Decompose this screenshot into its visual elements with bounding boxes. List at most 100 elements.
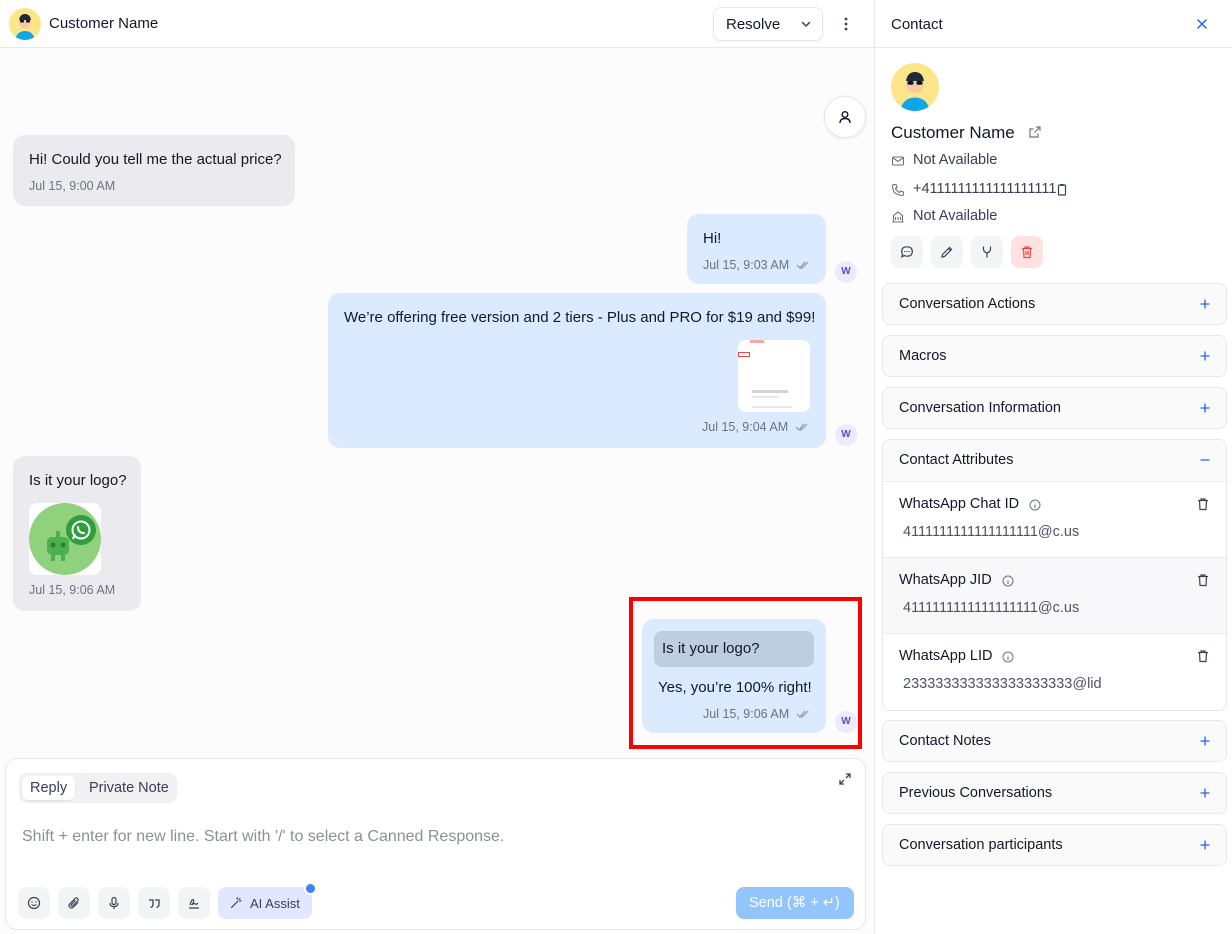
section-macros[interactable]: Macros — [882, 335, 1227, 377]
mail-icon — [891, 156, 905, 166]
section-title: Contact Attributes — [899, 452, 1014, 468]
chevron-down-icon[interactable] — [800, 18, 812, 30]
section-previous-conversations[interactable]: Previous Conversations — [882, 772, 1227, 814]
contact-email: Not Available — [913, 152, 998, 168]
edit-icon — [941, 246, 953, 258]
message-time: Jul 15, 9:06 AM — [29, 583, 116, 597]
plus-icon[interactable] — [1199, 735, 1211, 747]
contact-avatar — [891, 63, 939, 111]
contact-panel-header: Contact — [875, 0, 1232, 48]
edit-contact-button[interactable] — [931, 236, 963, 268]
section-header: Conversation Information — [883, 388, 1226, 428]
info-icon[interactable] — [1002, 575, 1014, 587]
contact-company: Not Available — [913, 208, 998, 224]
minus-icon[interactable] — [1199, 454, 1211, 466]
microphone-icon — [109, 896, 119, 909]
send-button[interactable]: Send (⌘ + ↵) — [736, 887, 854, 919]
message-icon — [900, 246, 913, 258]
copy-icon[interactable] — [1055, 183, 1069, 197]
attribute-value[interactable]: 4111111111111111111@c.us — [903, 524, 1079, 540]
message-text: We’re offering free version and 2 tiers … — [344, 309, 816, 326]
customer-avatar[interactable] — [9, 8, 41, 40]
emoji-button[interactable] — [18, 887, 50, 919]
read-receipt-icon — [795, 423, 808, 431]
trash-icon[interactable] — [1196, 649, 1210, 663]
tab-reply[interactable]: Reply — [22, 776, 76, 800]
info-icon[interactable] — [1029, 499, 1041, 511]
message-bubble-outgoing: Hi! Jul 15, 9:03 AM — [687, 214, 826, 284]
trash-icon[interactable] — [1196, 573, 1210, 587]
expand-icon[interactable] — [838, 772, 852, 786]
section-conversation-participants[interactable]: Conversation participants — [882, 824, 1227, 866]
assign-agent-button[interactable] — [824, 96, 866, 138]
close-icon[interactable] — [1195, 17, 1209, 31]
section-conversation-information[interactable]: Conversation Information — [882, 387, 1227, 429]
phone-icon — [891, 183, 905, 197]
attribute-name: WhatsApp LID — [899, 648, 993, 664]
plus-icon[interactable] — [1199, 787, 1211, 799]
message-time: Jul 15, 9:04 AM — [702, 420, 789, 434]
info-icon[interactable] — [1002, 651, 1014, 663]
section-title: Conversation Information — [899, 400, 1061, 416]
section-header[interactable]: Contact Attributes — [883, 440, 1226, 480]
message-text: Is it your logo? — [29, 472, 127, 489]
tab-private-note[interactable]: Private Note — [81, 776, 177, 800]
canned-response-button[interactable] — [138, 887, 170, 919]
reply-composer: Reply Private Note AI Assist Send (⌘ + ↵… — [5, 758, 866, 930]
whatsapp-bot-logo — [29, 503, 101, 575]
contact-panel: Contact Customer Name Not Available +411… — [875, 0, 1232, 934]
signature-button[interactable] — [178, 887, 210, 919]
contact-panel-title: Contact — [891, 16, 943, 33]
section-header: Previous Conversations — [883, 773, 1226, 813]
plus-icon[interactable] — [1199, 350, 1211, 362]
section-title: Macros — [899, 348, 947, 364]
agent-avatar: W — [835, 424, 857, 446]
ai-assist-button[interactable]: AI Assist — [218, 887, 312, 919]
section-contact-attributes: Contact Attributes WhatsApp Chat ID 4111… — [882, 439, 1227, 711]
section-contact-notes[interactable]: Contact Notes — [882, 720, 1227, 762]
message-image-attachment[interactable] — [29, 503, 101, 575]
section-header: Conversation participants — [883, 825, 1226, 865]
section-title: Contact Notes — [899, 733, 991, 749]
trash-icon[interactable] — [1196, 497, 1210, 511]
emoji-icon — [27, 896, 41, 910]
message-time: Jul 15, 9:00 AM — [29, 179, 116, 193]
message-bubble-outgoing: We’re offering free version and 2 tiers … — [328, 293, 826, 448]
message-time: Jul 15, 9:03 AM — [703, 258, 790, 272]
conversation-title[interactable]: Customer Name — [49, 15, 158, 32]
reply-mode-switch: Reply Private Note — [19, 773, 177, 803]
message-text: Hi! Could you tell me the actual price? — [29, 151, 282, 168]
magic-wand-icon — [230, 897, 242, 909]
message-input[interactable] — [22, 825, 842, 849]
plus-icon[interactable] — [1199, 402, 1211, 414]
section-header: Macros — [883, 336, 1226, 376]
delete-icon — [1022, 246, 1032, 259]
read-receipt-icon — [796, 261, 809, 269]
external-link-icon[interactable] — [1028, 125, 1042, 139]
merge-contact-button[interactable] — [971, 236, 1003, 268]
attach-button[interactable] — [58, 887, 90, 919]
attachment-icon — [68, 897, 79, 909]
building-icon — [892, 211, 904, 223]
section-conversation-actions[interactable]: Conversation Actions — [882, 283, 1227, 325]
record-audio-button[interactable] — [98, 887, 130, 919]
highlight-annotation — [629, 597, 862, 749]
attribute-row: WhatsApp LID 233333333333333333333@lid — [883, 633, 1226, 709]
section-header: Contact Notes — [883, 721, 1226, 761]
message-bubble-incoming: Is it your logo? Jul 15, 9:06 AM — [13, 456, 141, 611]
message-image-attachment[interactable] — [738, 340, 810, 412]
plus-icon[interactable] — [1199, 298, 1211, 310]
delete-contact-button[interactable] — [1011, 236, 1043, 268]
send-label: Send (⌘ + ↵) — [749, 895, 840, 911]
user-icon — [839, 111, 851, 124]
resolve-button[interactable]: Resolve — [713, 7, 823, 41]
attribute-value[interactable]: 4111111111111111111@c.us — [903, 600, 1079, 616]
message-text: Hi! — [703, 230, 722, 247]
more-options-icon[interactable] — [836, 14, 856, 34]
new-message-button[interactable] — [891, 236, 923, 268]
attribute-value[interactable]: 233333333333333333333@lid — [903, 676, 1102, 692]
section-header: Conversation Actions — [883, 284, 1226, 324]
contact-phone[interactable]: +4111111111111111111 — [913, 181, 1056, 197]
plus-icon[interactable] — [1199, 839, 1211, 851]
attribute-name: WhatsApp JID — [899, 572, 992, 588]
